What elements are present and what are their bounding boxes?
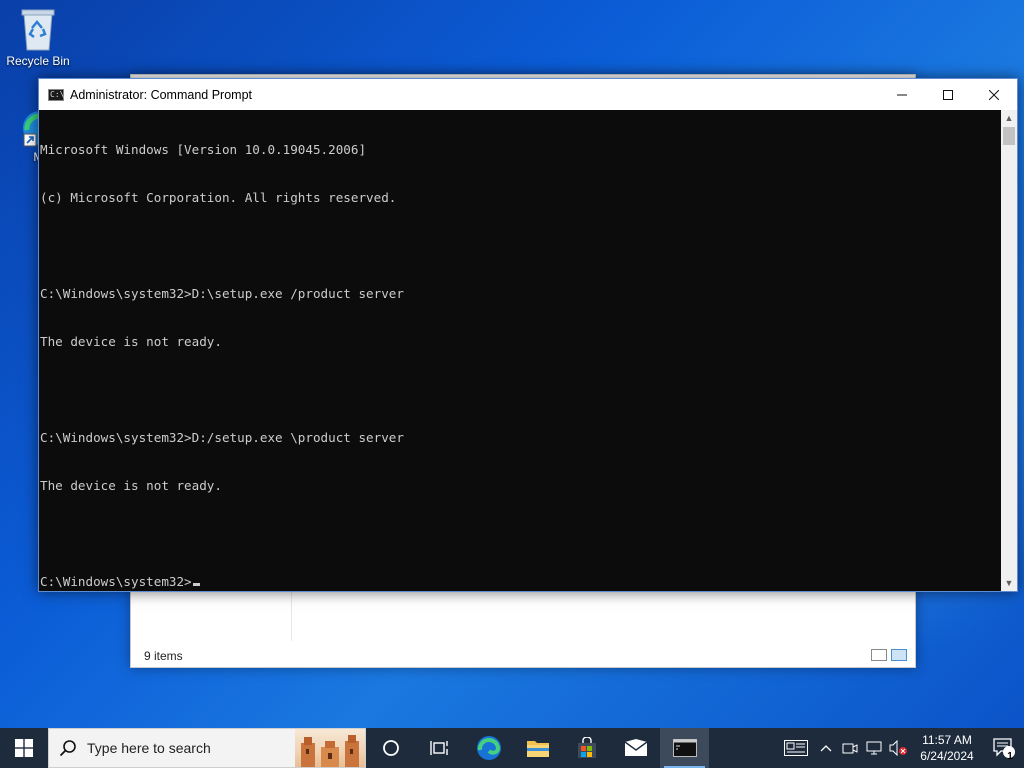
cortana-button[interactable] — [366, 728, 415, 768]
folder-icon — [526, 741, 549, 757]
volume-muted-icon — [889, 740, 907, 756]
command-prompt-window[interactable]: C:\ Administrator: Command Prompt Micros… — [38, 78, 1018, 592]
taskbar-search-box[interactable]: Type here to search — [48, 728, 366, 768]
clock-date: 6/24/2024 — [920, 749, 974, 763]
scroll-down-arrow-icon[interactable]: ▼ — [1001, 575, 1017, 591]
task-view-button[interactable] — [415, 728, 464, 768]
console-prompt-line[interactable]: C:\Windows\system32> — [40, 574, 1001, 590]
meet-now-icon — [842, 743, 858, 754]
console-line: C:\Windows\system32>D:/setup.exe \produc… — [40, 430, 404, 445]
news-widget-button[interactable] — [778, 740, 814, 756]
scrollbar-thumb[interactable] — [1003, 127, 1015, 145]
start-button[interactable] — [0, 728, 48, 768]
details-view-button[interactable] — [871, 649, 887, 661]
explorer-pane-divider — [291, 591, 292, 641]
console-prompt: C:\Windows\system32> — [40, 574, 192, 589]
console-line: (c) Microsoft Corporation. All rights re… — [40, 190, 397, 205]
close-icon — [989, 89, 999, 100]
cortana-circle-icon — [382, 740, 399, 756]
search-highlight-image — [295, 729, 365, 767]
taskbar-store-button[interactable] — [562, 728, 611, 768]
news-icon — [784, 740, 808, 756]
minimize-icon — [897, 94, 907, 95]
clock[interactable]: 11:57 AM 6/24/2024 — [910, 732, 984, 764]
taskbar-mail-button[interactable] — [611, 728, 660, 768]
recycle-bin-label: Recycle Bin — [6, 54, 70, 68]
notification-count-badge: 1 — [1007, 751, 1013, 762]
window-controls — [879, 79, 1017, 110]
recycle-bin-shortcut[interactable]: Recycle Bin — [0, 6, 76, 68]
scroll-up-arrow-icon[interactable]: ▲ — [1001, 110, 1017, 126]
explorer-view-buttons — [871, 649, 907, 661]
taskbar: Type here to search 11:57 AM 6/24/2024 1 — [0, 728, 1024, 768]
network-button[interactable] — [862, 741, 886, 755]
search-icon — [49, 739, 87, 757]
console-line: C:\Windows\system32>D:\setup.exe /produc… — [40, 286, 404, 301]
command-prompt-icon — [672, 739, 697, 757]
recycle-bin-icon — [21, 9, 55, 51]
vertical-scrollbar[interactable]: ▲ ▼ — [1001, 110, 1017, 591]
chevron-up-icon — [820, 745, 832, 752]
taskbar-edge-button[interactable] — [464, 728, 513, 768]
store-bag-icon — [577, 737, 596, 758]
meet-now-button[interactable] — [838, 741, 862, 755]
cmd-window-title: Administrator: Command Prompt — [70, 87, 253, 102]
system-tray: 11:57 AM 6/24/2024 1 — [778, 728, 1024, 768]
action-center-button[interactable]: 1 — [984, 738, 1024, 762]
close-button[interactable] — [971, 79, 1017, 110]
maximize-button[interactable] — [925, 79, 971, 110]
mail-icon — [624, 739, 647, 756]
volume-button[interactable] — [886, 740, 910, 756]
edge-icon — [476, 736, 501, 760]
task-view-icon — [429, 741, 448, 755]
show-hidden-icons-button[interactable] — [814, 744, 838, 752]
large-icons-view-button[interactable] — [891, 649, 907, 661]
text-cursor — [192, 583, 200, 586]
clock-time: 11:57 AM — [922, 733, 972, 747]
taskbar-cmd-button[interactable] — [660, 728, 709, 768]
windows-logo-icon — [15, 739, 33, 757]
console-line: The device is not ready. — [40, 478, 222, 493]
maximize-icon — [943, 89, 953, 100]
search-placeholder: Type here to search — [87, 740, 211, 756]
explorer-status-items: 9 items — [144, 649, 183, 663]
taskbar-file-explorer-button[interactable] — [513, 728, 562, 768]
minimize-button[interactable] — [879, 79, 925, 110]
cmd-app-icon[interactable]: C:\ — [48, 88, 64, 101]
cmd-titlebar[interactable]: C:\ Administrator: Command Prompt — [39, 79, 1017, 110]
network-icon — [866, 741, 882, 755]
console-line: The device is not ready. — [40, 334, 222, 349]
console-line: Microsoft Windows [Version 10.0.19045.20… — [40, 142, 367, 157]
console-output[interactable]: Microsoft Windows [Version 10.0.19045.20… — [39, 110, 1001, 591]
